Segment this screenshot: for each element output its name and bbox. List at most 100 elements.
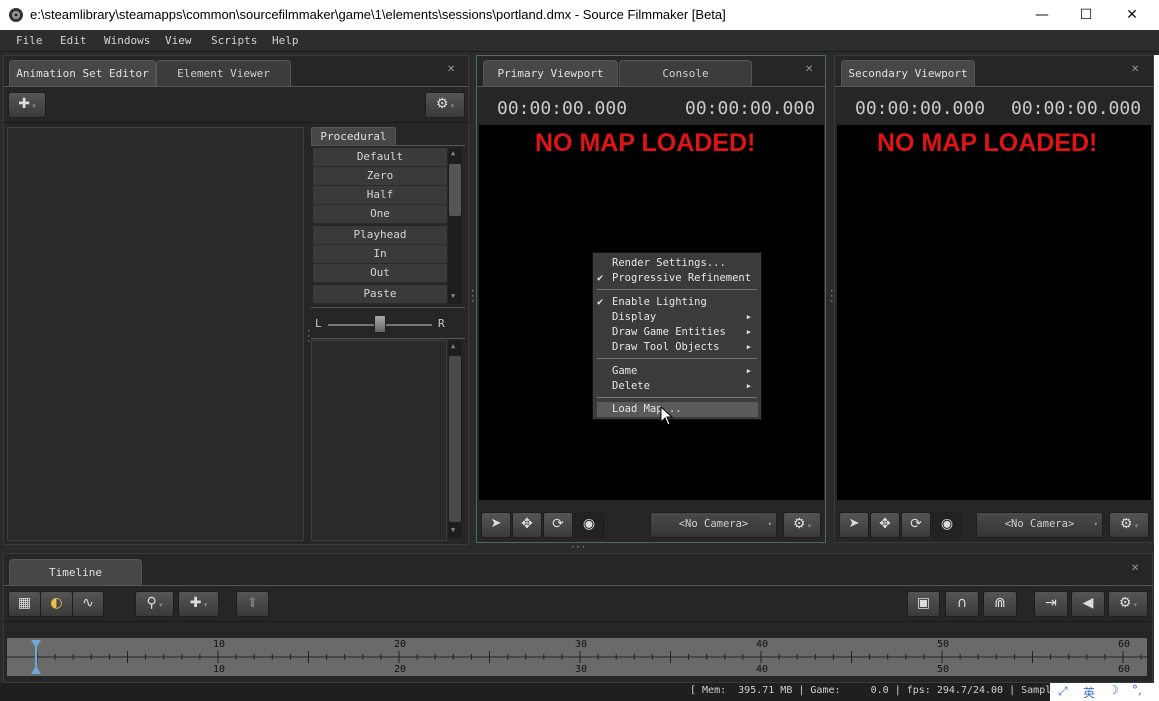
menu-windows[interactable]: Windows: [104, 34, 150, 47]
plus-icon: ✚: [18, 96, 30, 112]
menu-scripts[interactable]: Scripts: [211, 34, 257, 47]
maximize-button[interactable]: ☐: [1063, 0, 1109, 30]
toolbar-divider: [3, 621, 1153, 622]
tab-procedural[interactable]: Procedural: [311, 127, 396, 146]
splitter-handle[interactable]: ···: [570, 543, 586, 553]
graph-editor-button[interactable]: ∿: [72, 591, 104, 617]
preset-in[interactable]: In: [313, 245, 447, 264]
viewport-settings-button[interactable]: ⚙ ▾: [1109, 512, 1149, 538]
jump-end-icon: ⇥: [1045, 595, 1057, 611]
ime-expand-icon[interactable]: ⤢: [1058, 684, 1068, 699]
ruler-tick-label-bottom: 30: [575, 664, 588, 675]
controls-list[interactable]: [311, 340, 447, 541]
timeline-ruler[interactable]: 10 20 30 40 50 60 10 20 30 40 50 60: [7, 638, 1147, 676]
ruler-tick-label-top: 20: [394, 639, 407, 650]
menu-item-load-map-highlight[interactable]: Load Map...: [597, 402, 758, 417]
playhead-marker[interactable]: [29, 638, 43, 676]
add-marker-button[interactable]: ⚲ ▾: [135, 591, 174, 617]
presets-scrollbar[interactable]: ▲ ▼: [448, 148, 462, 304]
camera-select[interactable]: <No Camera> ▾: [976, 512, 1103, 538]
scrollbar-thumb[interactable]: [449, 164, 461, 216]
preset-out[interactable]: Out: [313, 264, 447, 283]
menu-separator: [597, 289, 757, 290]
move-tool-button[interactable]: ✥: [870, 512, 900, 538]
moon-icon[interactable]: ☽: [1108, 683, 1119, 697]
timeline-settings-button[interactable]: ⚙ ▾: [1108, 591, 1148, 617]
add-track-button[interactable]: ✚ ▾: [178, 591, 219, 617]
menu-file[interactable]: File: [16, 34, 43, 47]
controls-scrollbar[interactable]: ▲ ▼: [448, 340, 462, 538]
toolbar-divider: [3, 122, 469, 123]
rotate-icon: ⟳: [910, 516, 922, 532]
mute-button[interactable]: ◀: [1071, 591, 1105, 617]
submenu-arrow-icon: ▶: [746, 343, 751, 351]
scroll-up-icon[interactable]: ▲: [451, 342, 455, 350]
ruler-tick-label-bottom: 40: [756, 664, 769, 675]
up-arrow-icon: ⬆: [246, 595, 259, 611]
no-map-message: NO MAP LOADED!: [877, 129, 1098, 157]
snap-button[interactable]: ∩: [945, 591, 979, 617]
tab-primary-viewport[interactable]: Primary Viewport: [483, 60, 618, 87]
scroll-down-icon[interactable]: ▼: [451, 526, 455, 534]
close-panel-icon[interactable]: ✕: [1131, 563, 1139, 574]
menu-item-draw-game-entities[interactable]: Draw Game Entities: [612, 326, 726, 338]
plus-icon: ✚: [189, 595, 202, 611]
preset-one[interactable]: One: [313, 205, 447, 224]
menu-item-game[interactable]: Game: [612, 365, 637, 377]
menu-help[interactable]: Help: [272, 34, 299, 47]
ruler-tick-label-top: 40: [756, 639, 769, 650]
move-tool-button[interactable]: ✥: [512, 512, 542, 538]
minimize-button[interactable]: —: [1019, 0, 1065, 30]
close-panel-icon[interactable]: ✕: [1131, 64, 1139, 75]
preset-default[interactable]: Default: [313, 148, 447, 167]
camera-select[interactable]: <No Camera> ▾: [650, 512, 777, 538]
tab-animation-set-editor[interactable]: Animation Set Editor: [9, 60, 156, 87]
menu-item-display[interactable]: Display: [612, 311, 656, 323]
select-tool-button[interactable]: ➤: [481, 512, 511, 538]
close-panel-icon[interactable]: ✕: [805, 64, 813, 75]
menu-item-delete[interactable]: Delete: [612, 380, 650, 392]
punctuation-icon[interactable]: °,: [1132, 683, 1142, 697]
end-time-readout: 00:00:00.000: [1011, 98, 1142, 119]
marker-pin-icon: ⚲: [146, 595, 157, 611]
clip-editor-button[interactable]: ▦: [8, 591, 41, 617]
add-animation-set-button[interactable]: ✚ ▾: [8, 92, 46, 118]
preset-playhead[interactable]: Playhead: [313, 226, 447, 245]
snap-frame-button[interactable]: ⋒: [983, 591, 1017, 617]
secondary-viewport-canvas[interactable]: NO MAP LOADED!: [837, 125, 1151, 500]
tab-timeline[interactable]: Timeline: [9, 559, 142, 586]
ime-language-label[interactable]: 英: [1083, 684, 1095, 701]
close-panel-icon[interactable]: ✕: [447, 64, 455, 75]
up-level-button[interactable]: ⬆: [236, 591, 269, 617]
rotate-tool-button[interactable]: ⟳: [543, 512, 573, 538]
motion-editor-button[interactable]: ◐: [40, 591, 73, 617]
scrollbar-thumb[interactable]: [449, 356, 461, 522]
menu-item-enable-lighting[interactable]: Enable Lighting: [612, 296, 707, 308]
tab-element-viewer[interactable]: Element Viewer: [156, 60, 291, 87]
menu-edit[interactable]: Edit: [60, 34, 87, 47]
preset-half[interactable]: Half: [313, 186, 447, 205]
lock-button[interactable]: ▣: [907, 591, 940, 617]
animation-set-tree[interactable]: [7, 127, 304, 541]
menu-item-render-settings[interactable]: Render Settings...: [612, 257, 726, 269]
pivot-tool-button[interactable]: ◉: [932, 512, 962, 538]
scroll-down-icon[interactable]: ▼: [451, 292, 455, 300]
scroll-up-icon[interactable]: ▲: [451, 149, 455, 157]
tab-secondary-viewport[interactable]: Secondary Viewport: [841, 60, 975, 87]
balance-slider-thumb[interactable]: [374, 315, 386, 333]
menu-item-progressive-refinement[interactable]: Progressive Refinement: [612, 272, 751, 284]
rotate-tool-button[interactable]: ⟳: [901, 512, 931, 538]
splitter-handle[interactable]: ···: [470, 288, 475, 307]
preset-zero[interactable]: Zero: [313, 167, 447, 186]
close-button[interactable]: ✕: [1109, 0, 1155, 30]
tab-console[interactable]: Console: [619, 60, 752, 87]
select-tool-button[interactable]: ➤: [839, 512, 869, 538]
preset-paste[interactable]: Paste: [313, 285, 447, 304]
viewport-settings-button[interactable]: ⚙ ▾: [783, 512, 821, 538]
menu-item-draw-tool-objects[interactable]: Draw Tool Objects: [612, 341, 719, 353]
tab-divider: [835, 86, 1153, 87]
jump-to-end-button[interactable]: ⇥: [1034, 591, 1068, 617]
pivot-tool-button[interactable]: ◉: [574, 512, 604, 538]
menu-view[interactable]: View: [165, 34, 192, 47]
animation-settings-button[interactable]: ⚙ ▾: [425, 92, 465, 118]
